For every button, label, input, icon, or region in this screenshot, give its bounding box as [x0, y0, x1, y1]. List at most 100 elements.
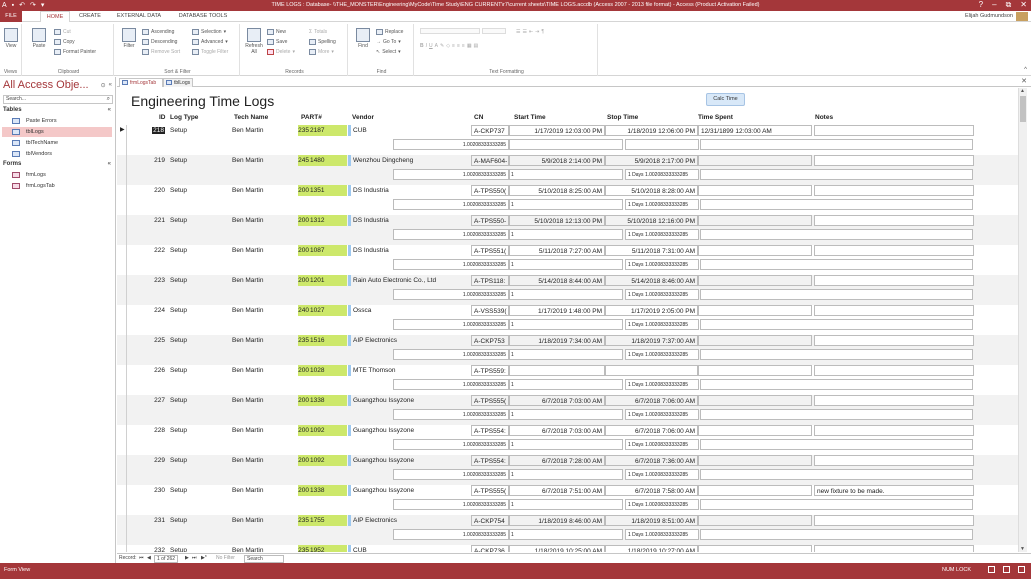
id-field[interactable]: 231: [137, 515, 167, 526]
tab-create[interactable]: CREATE: [73, 11, 107, 22]
tech-name-field[interactable]: Ben Martin: [230, 305, 296, 316]
start-time-field[interactable]: 1/17/2019 12:03:00 PM: [509, 125, 605, 136]
part-number-field[interactable]: 1027: [309, 305, 347, 316]
part-number-field[interactable]: 1516: [309, 335, 347, 346]
time-spent-field[interactable]: [698, 155, 812, 166]
record-selector[interactable]: [118, 245, 127, 275]
log-type-field[interactable]: Setup: [168, 125, 229, 136]
cn-field[interactable]: A-TPS555(: [471, 485, 509, 496]
stop-time-field[interactable]: 6/7/2018 7:58:00 AM: [605, 485, 698, 496]
log-type-field[interactable]: Setup: [168, 455, 229, 466]
cn-field[interactable]: A-TPS554:: [471, 425, 509, 436]
calc-duration-field[interactable]: 1.00208333333285: [393, 229, 509, 240]
part-number-field[interactable]: 1092: [309, 425, 347, 436]
part-prefix-field[interactable]: 235: [298, 335, 309, 346]
calc-days-field[interactable]: 1: [509, 529, 623, 540]
start-time-field[interactable]: 5/11/2018 7:27:00 AM: [509, 245, 605, 256]
calc-days-text-field[interactable]: 1 Days 1.00208333333285: [625, 199, 699, 210]
doc-tab-frmlogstab[interactable]: frmLogsTab: [119, 78, 163, 87]
calc-days-field[interactable]: 1: [509, 199, 623, 210]
part-prefix-field[interactable]: 235: [298, 545, 309, 552]
id-field[interactable]: 226: [137, 365, 167, 376]
calc-duration-field[interactable]: 1.00208333333285: [393, 469, 509, 480]
calc-extra-field[interactable]: [700, 169, 973, 180]
part-number-field[interactable]: 1755: [309, 515, 347, 526]
refresh-all-button[interactable]: Refresh All: [243, 28, 265, 55]
nav-table-tbllogs[interactable]: tblLogs: [2, 127, 112, 137]
calc-days-field[interactable]: 1: [509, 229, 623, 240]
help-button[interactable]: ?: [979, 0, 983, 10]
notes-field[interactable]: new fixture to be made.: [814, 485, 974, 496]
calc-days-field[interactable]: 1: [509, 499, 623, 510]
view-button[interactable]: View: [0, 28, 22, 49]
notes-field[interactable]: [814, 425, 974, 436]
part-number-field[interactable]: 1028: [309, 365, 347, 376]
start-time-field[interactable]: 1/18/2019 8:46:00 AM: [509, 515, 605, 526]
tech-name-field[interactable]: Ben Martin: [230, 125, 296, 136]
part-prefix-field[interactable]: 245: [298, 155, 309, 166]
calc-duration-field[interactable]: 1.00208333333285: [393, 289, 509, 300]
go-to-button[interactable]: → Go To ▾: [376, 38, 401, 46]
calc-days-field[interactable]: 1: [509, 319, 623, 330]
record-selector[interactable]: [118, 455, 127, 485]
stop-time-field[interactable]: 1/18/2019 8:51:00 AM: [605, 515, 698, 526]
record-row[interactable]: 231 Setup Ben Martin 235 1755 AIP Electronics…: [117, 515, 1018, 545]
notes-field[interactable]: [814, 365, 974, 376]
filter-button[interactable]: Filter: [118, 28, 140, 49]
save-record-button[interactable]: Save: [267, 38, 287, 46]
new-record-button[interactable]: New: [267, 28, 286, 36]
doc-tab-tbllogs[interactable]: tblLogs: [163, 78, 193, 87]
time-spent-field[interactable]: 12/31/1899 12:03:00 AM: [698, 125, 812, 136]
nav-menu-icon[interactable]: ⊙: [101, 82, 106, 89]
record-row[interactable]: 229 Setup Ben Martin 200 1092 Guangzhou Issyz…: [117, 455, 1018, 485]
tech-name-field[interactable]: Ben Martin: [230, 365, 296, 376]
cn-field[interactable]: A-CKP754: [471, 515, 509, 526]
notes-field[interactable]: [814, 515, 974, 526]
tech-name-field[interactable]: Ben Martin: [230, 215, 296, 226]
record-selector[interactable]: [118, 215, 127, 245]
nav-section-forms[interactable]: Forms «: [3, 161, 111, 167]
tab-file[interactable]: FILE: [0, 11, 22, 22]
notes-field[interactable]: [814, 275, 974, 286]
calc-extra-field[interactable]: [700, 469, 973, 480]
calc-duration-field[interactable]: 1.00208333333285: [393, 139, 509, 150]
tech-name-field[interactable]: Ben Martin: [230, 155, 296, 166]
start-time-field[interactable]: 6/7/2018 7:51:00 AM: [509, 485, 605, 496]
calc-days-field[interactable]: 1: [509, 439, 623, 450]
prev-record-button[interactable]: ◀: [147, 554, 151, 562]
log-type-field[interactable]: Setup: [168, 365, 229, 376]
log-type-field[interactable]: Setup: [168, 275, 229, 286]
calc-duration-field[interactable]: 1.00208333333285: [393, 379, 509, 390]
calc-days-field[interactable]: 1: [509, 409, 623, 420]
copy-button[interactable]: Copy: [54, 38, 75, 46]
calc-extra-field[interactable]: [700, 529, 973, 540]
ascending-button[interactable]: Ascending: [142, 28, 174, 36]
no-filter-indicator[interactable]: No Filter: [216, 554, 235, 562]
tab-database-tools[interactable]: DATABASE TOOLS: [174, 11, 232, 22]
font-size-box[interactable]: [482, 28, 506, 34]
tech-name-field[interactable]: Ben Martin: [230, 395, 296, 406]
form-view-icon[interactable]: [988, 566, 995, 573]
id-field[interactable]: 232: [137, 545, 167, 552]
vendor-field[interactable]: AIP Electronics: [348, 335, 471, 346]
record-selector[interactable]: [118, 515, 127, 545]
start-time-field[interactable]: 1/18/2019 7:34:00 AM: [509, 335, 605, 346]
nav-pane-title[interactable]: All Access Obje...: [3, 79, 89, 91]
record-row[interactable]: 220 Setup Ben Martin 200 1351 DS Industria A-T…: [117, 185, 1018, 215]
notes-field[interactable]: [814, 335, 974, 346]
calc-extra-field[interactable]: [700, 409, 973, 420]
cn-field[interactable]: A-TPS555(: [471, 395, 509, 406]
id-field[interactable]: 219: [137, 155, 167, 166]
user-name[interactable]: Elijah Gudmundson: [965, 12, 1013, 21]
calc-extra-field[interactable]: [700, 259, 973, 270]
list-buttons[interactable]: ☰ ☰ ⇤ ⇥ ¶: [516, 28, 544, 36]
notes-field[interactable]: [814, 185, 974, 196]
nav-table-paste-errors[interactable]: Paste Errors: [2, 116, 112, 126]
shutter-bar-icon[interactable]: «: [109, 82, 112, 89]
time-spent-field[interactable]: [698, 245, 812, 256]
part-prefix-field[interactable]: 200: [298, 245, 309, 256]
start-time-field[interactable]: [509, 365, 605, 376]
stop-time-field[interactable]: 6/7/2018 7:06:00 AM: [605, 425, 698, 436]
close-document-icon[interactable]: ✕: [1021, 77, 1027, 85]
scroll-up-icon[interactable]: ▲: [1020, 88, 1025, 94]
